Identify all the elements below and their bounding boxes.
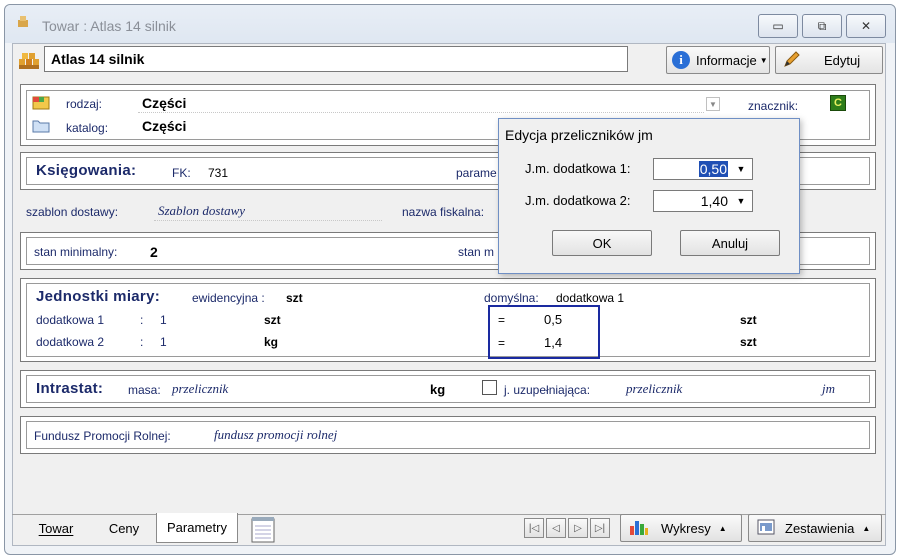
reports-label: Zestawienia	[785, 520, 855, 536]
charts-label: Wykresy	[661, 520, 711, 536]
next-icon: ▷	[574, 522, 582, 534]
reports-button[interactable]: Zestawienia ▲	[748, 514, 882, 542]
fund-value[interactable]: fundusz promocji rolnej	[214, 427, 337, 443]
unit-row-2-unit: kg	[264, 335, 279, 349]
prev-icon: ◁	[552, 522, 560, 534]
nav-last-button[interactable]: ▷|	[590, 518, 610, 538]
znacznik-badge[interactable]: C	[830, 95, 846, 111]
restore-button[interactable]: ⧉	[802, 14, 842, 38]
dialog-field1-value: 0,50	[698, 161, 728, 177]
ok-button[interactable]: OK	[552, 230, 652, 256]
bar-chart-icon	[629, 518, 649, 539]
dialog-title: Edycja przeliczników jm	[505, 127, 653, 143]
jm-checkbox[interactable]	[482, 380, 497, 395]
info-label: Informacje	[696, 52, 757, 68]
info-button[interactable]: i Informacje ▼	[666, 46, 770, 74]
rodzaj-label: rodzaj:	[66, 97, 103, 111]
ewid-value: szt	[286, 291, 303, 305]
nazwa-fiskalna-label: nazwa fiskalna:	[402, 205, 485, 219]
unit-row-2-sep: :	[140, 335, 144, 349]
stan-min-label: stan minimalny:	[34, 245, 118, 259]
fk-value: 731	[208, 166, 229, 180]
znacznik-label: znacznik:	[748, 99, 799, 113]
masa-unit: kg	[430, 382, 446, 397]
notepad-icon[interactable]	[250, 515, 276, 543]
window-title: Towar : Atlas 14 silnik	[42, 18, 176, 34]
folder-icon	[32, 117, 50, 133]
report-icon	[757, 518, 775, 539]
unit-row-2-base: szt	[740, 335, 757, 349]
dialog-field1-label: J.m. dodatkowa 1:	[525, 161, 631, 176]
dialog-field2-value: 1,40	[700, 193, 728, 209]
pencil-icon	[782, 49, 802, 72]
tab-parametry[interactable]: Parametry	[156, 513, 238, 543]
dropdown-arrow-icon: ▼	[736, 196, 746, 206]
close-button[interactable]: ✕	[846, 14, 886, 38]
units-title: Jednostki miary:	[36, 288, 161, 305]
fund-label: Fundusz Promocji Rolnej:	[34, 429, 171, 443]
charts-button[interactable]: Wykresy ▲	[620, 514, 742, 542]
minimize-button[interactable]: ▭	[758, 14, 798, 38]
minimize-icon: ▭	[772, 19, 784, 33]
last-icon: ▷|	[594, 522, 606, 534]
product-name-field[interactable]: Atlas 14 silnik	[44, 46, 628, 72]
unit-row-1-sep: :	[140, 313, 144, 327]
unit-row-2-label: dodatkowa 2	[36, 335, 105, 349]
accounting-title: Księgowania:	[36, 162, 137, 179]
unit-row-1-num: 1	[160, 313, 167, 327]
unit-row-1-unit: szt	[264, 313, 281, 327]
domyslna-label: domyślna:	[484, 291, 539, 305]
rodzaj-value[interactable]: Części	[142, 95, 186, 111]
tab-ceny[interactable]: Ceny	[96, 514, 152, 542]
szablon-value[interactable]: Szablon dostawy	[158, 203, 245, 219]
stan-m-label: stan m	[458, 245, 495, 259]
katalog-value[interactable]: Części	[142, 118, 186, 134]
conversion-highlight-box	[488, 305, 600, 359]
info-icon: i	[672, 51, 690, 69]
masa-label: masa:	[128, 383, 161, 397]
folder-colored-icon	[32, 94, 50, 110]
unit-row-1-base: szt	[740, 313, 757, 327]
unit-row-2-num: 1	[160, 335, 167, 349]
domyslna-value[interactable]: dodatkowa 1	[556, 291, 624, 305]
jm-unit: jm	[822, 381, 835, 396]
nav-first-button[interactable]: |◁	[524, 518, 544, 538]
edit-button[interactable]: Edytuj	[775, 46, 883, 74]
edit-label: Edytuj	[824, 52, 861, 68]
cancel-button[interactable]: Anuluj	[680, 230, 780, 256]
ewid-label: ewidencyjna :	[192, 291, 265, 305]
up-arrow-icon: ▲	[718, 523, 727, 533]
nav-next-button[interactable]: ▷	[568, 518, 588, 538]
app-icon	[16, 14, 30, 28]
intrastat-title: Intrastat:	[36, 380, 104, 397]
unit-row-1-label: dodatkowa 1	[36, 313, 105, 327]
dialog-field2-combo[interactable]: 1,40 ▼	[653, 190, 753, 212]
szablon-label: szablon dostawy:	[26, 205, 119, 219]
up-arrow-icon: ▲	[862, 523, 871, 533]
jm-label: j. uzupełniająca:	[504, 383, 591, 397]
close-icon: ✕	[860, 19, 872, 33]
jm-value[interactable]: przelicznik	[626, 381, 682, 397]
nav-prev-button[interactable]: ◁	[546, 518, 566, 538]
tab-towar[interactable]: Towar	[26, 514, 86, 542]
dropdown-arrow-icon: ▼	[759, 55, 768, 65]
katalog-label: katalog:	[66, 121, 109, 135]
first-icon: |◁	[528, 522, 540, 534]
product-icon	[18, 49, 40, 71]
masa-value[interactable]: przelicznik	[172, 381, 228, 397]
dialog-field2-label: J.m. dodatkowa 2:	[525, 193, 631, 208]
szablon-line	[154, 220, 382, 221]
dialog-field1-combo[interactable]: 0,50 ▼	[653, 158, 753, 180]
param-label: parame	[456, 166, 497, 180]
stan-min-value[interactable]: 2	[150, 244, 158, 260]
restore-icon: ⧉	[817, 18, 827, 33]
dropdown-arrow-icon: ▼	[736, 164, 746, 174]
rodzaj-dropdown-icon[interactable]: ▼	[706, 97, 720, 111]
rodzaj-line	[138, 112, 704, 113]
fk-label: FK:	[172, 166, 191, 180]
